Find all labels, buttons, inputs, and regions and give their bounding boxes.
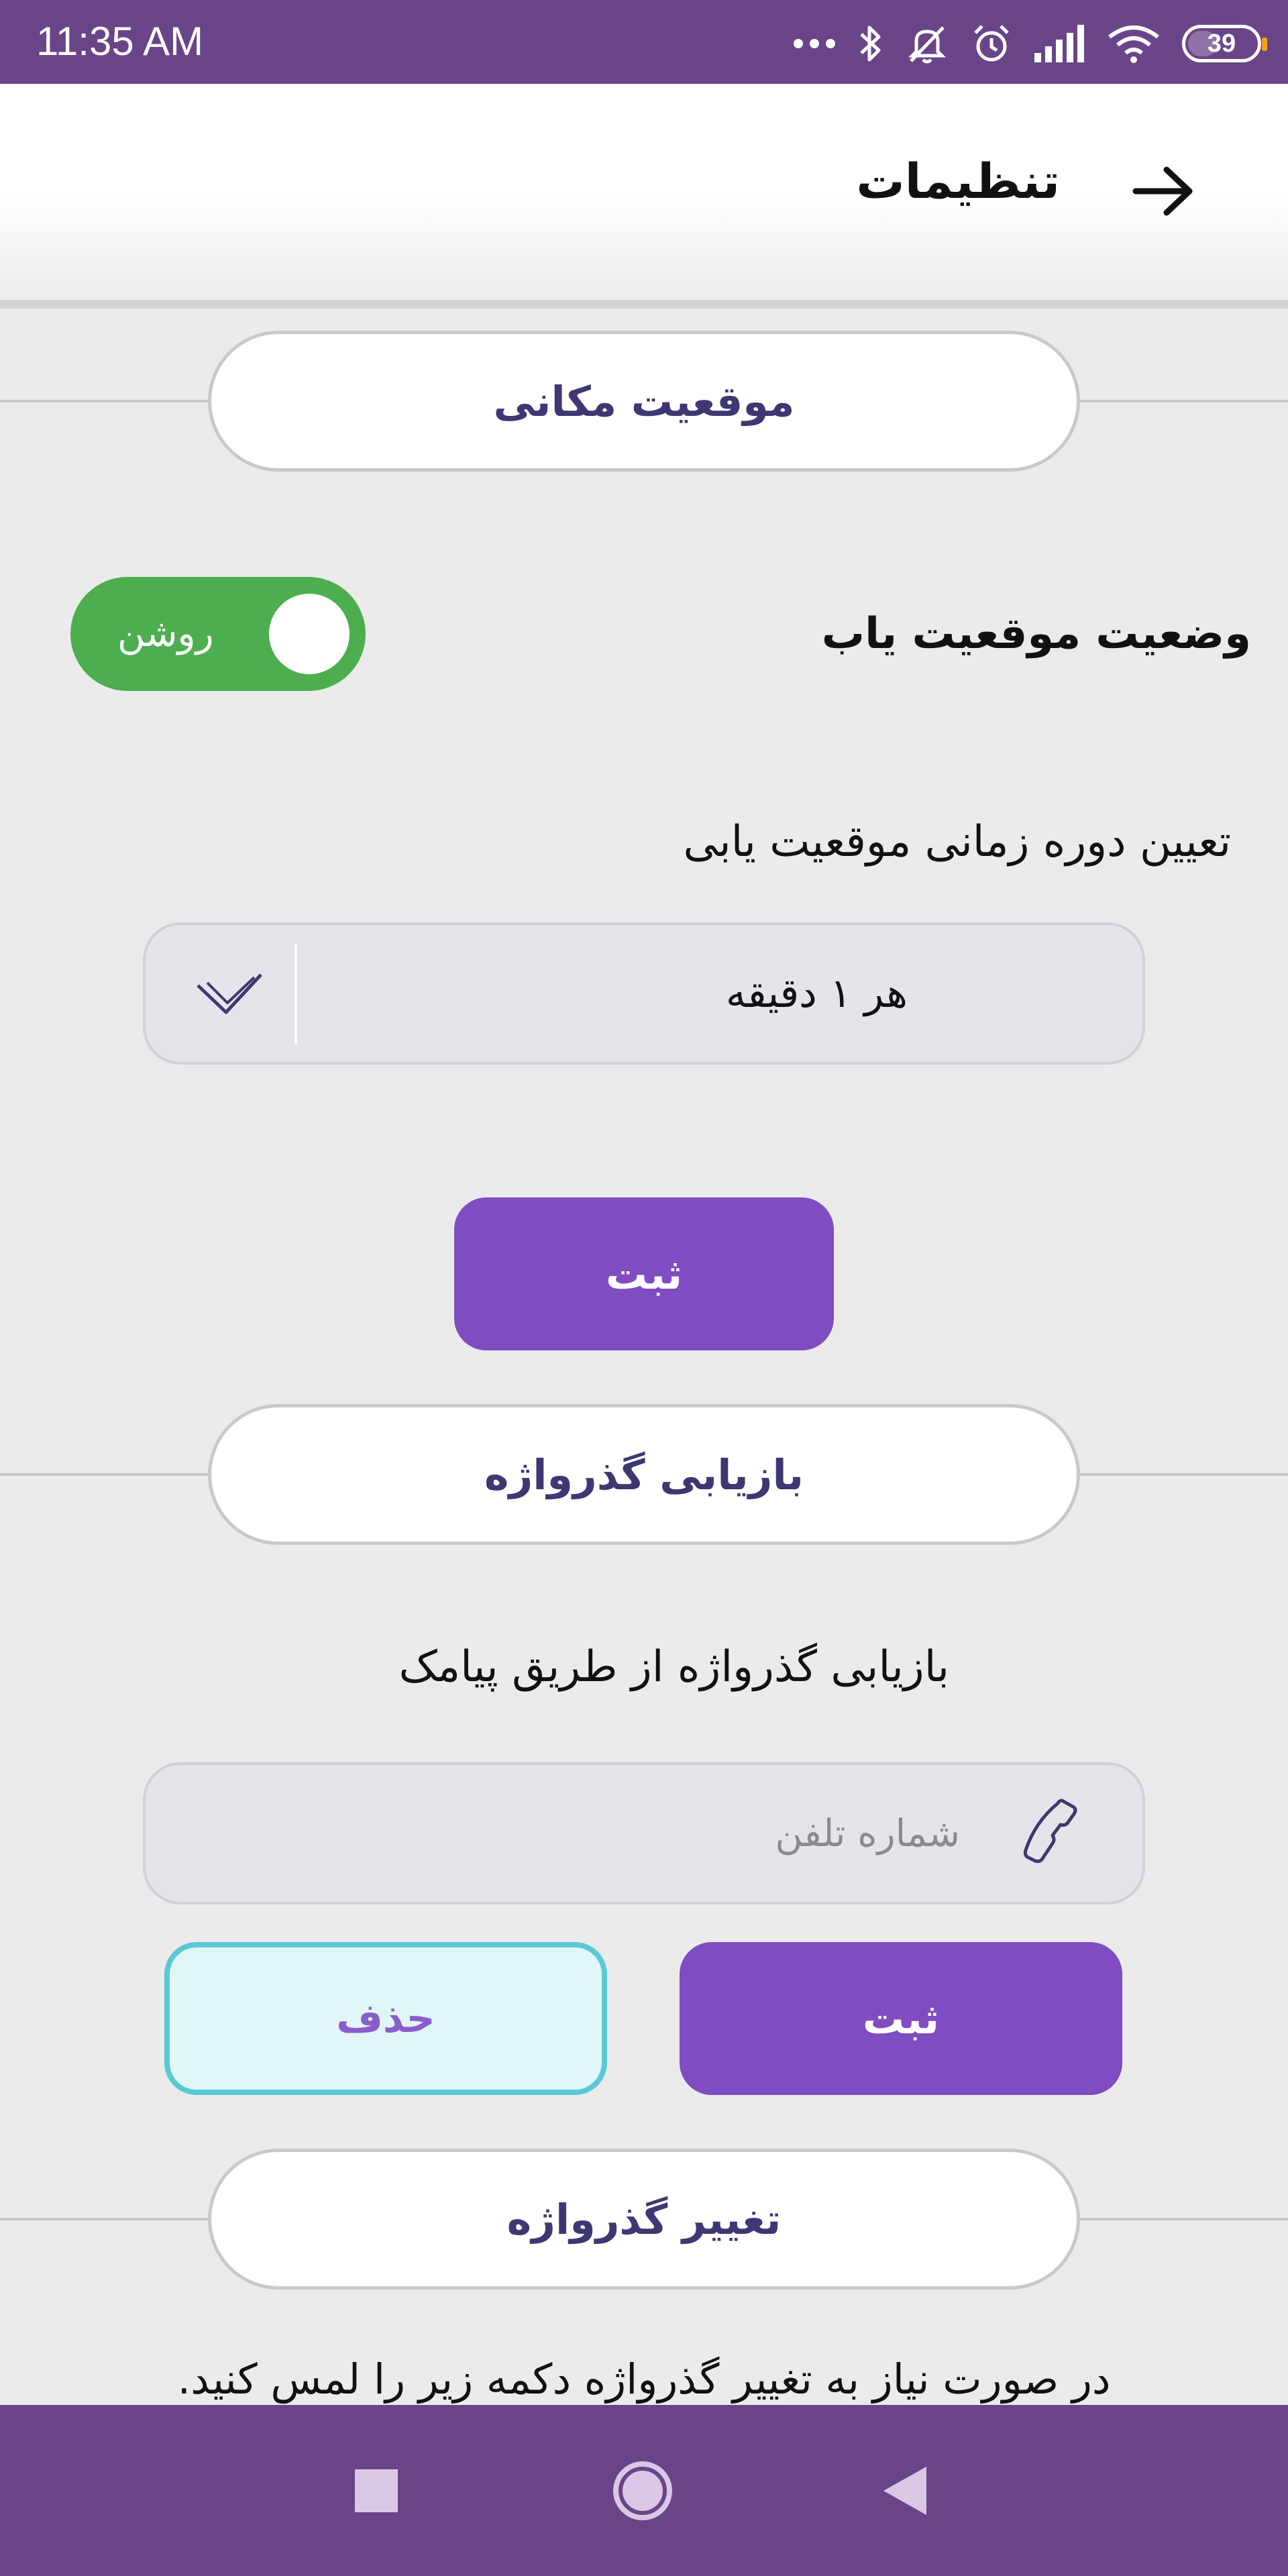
wifi-icon — [1107, 23, 1161, 64]
section-header-location: موقعیت مکانی — [208, 331, 1080, 472]
app-bar — [0, 84, 1288, 302]
chevron-down-icon — [197, 973, 262, 1014]
back-button[interactable] — [1117, 151, 1211, 231]
recents-button[interactable] — [309, 2405, 443, 2576]
status-time: 11:35 AM — [36, 19, 204, 64]
change-password-hint: در صورت نیاز به تغییر گذرواژه دکمه زیر ر… — [177, 2355, 1111, 2404]
battery-icon: 39 — [1182, 25, 1267, 62]
section-header-recovery: بازیابی گذرواژه — [208, 1404, 1080, 1545]
arrow-right-icon — [1132, 166, 1193, 216]
tracker-toggle[interactable]: روشن — [70, 577, 366, 691]
sms-recovery-label: بازیابی گذرواژه از طریق پیامک — [398, 1642, 949, 1692]
app-bar-divider — [0, 300, 1288, 309]
period-dropdown[interactable]: هر ۱ دقیقه — [143, 922, 1145, 1065]
recovery-delete-button[interactable]: حذف — [164, 1942, 607, 2095]
recovery-submit-button[interactable]: ثبت — [680, 1942, 1122, 2095]
status-icons: 39 — [793, 20, 1267, 67]
section-header-change: تغییر گذرواژه — [208, 2149, 1080, 2290]
status-bar: 11:35 AM 39 — [0, 0, 1288, 84]
period-value: هر ۱ دقیقه — [725, 970, 908, 1017]
period-label: تعیین دوره زمانی موقعیت یابی — [683, 817, 1231, 867]
signal-icon — [1034, 25, 1085, 62]
page-title: تنظیمات — [856, 153, 1060, 209]
toggle-knob — [269, 594, 350, 674]
back-triangle-icon — [883, 2466, 926, 2515]
tracker-status-label: وضعیت موقعیت یاب — [821, 609, 1251, 659]
more-dots-icon — [793, 37, 836, 50]
recents-square-icon — [355, 2469, 398, 2512]
navigation-bar — [0, 2405, 1288, 2576]
alarm-icon — [970, 22, 1013, 65]
bluetooth-icon — [857, 22, 884, 65]
settings-screen: 11:35 AM 39 تنظیمات موقعیت مکانی وضعیت م… — [0, 0, 1288, 2576]
mute-icon — [906, 22, 949, 65]
location-submit-button[interactable]: ثبت — [454, 1197, 834, 1350]
home-button[interactable] — [576, 2405, 710, 2576]
phone-field[interactable] — [143, 1762, 1145, 1904]
phone-icon — [1023, 1799, 1077, 1864]
dropdown-separator — [294, 944, 297, 1044]
nav-back-button[interactable] — [838, 2405, 972, 2576]
toggle-label: روشن — [117, 612, 214, 655]
home-circle-icon — [613, 2461, 672, 2520]
battery-level: 39 — [1207, 29, 1236, 58]
phone-input[interactable] — [290, 1792, 961, 1875]
